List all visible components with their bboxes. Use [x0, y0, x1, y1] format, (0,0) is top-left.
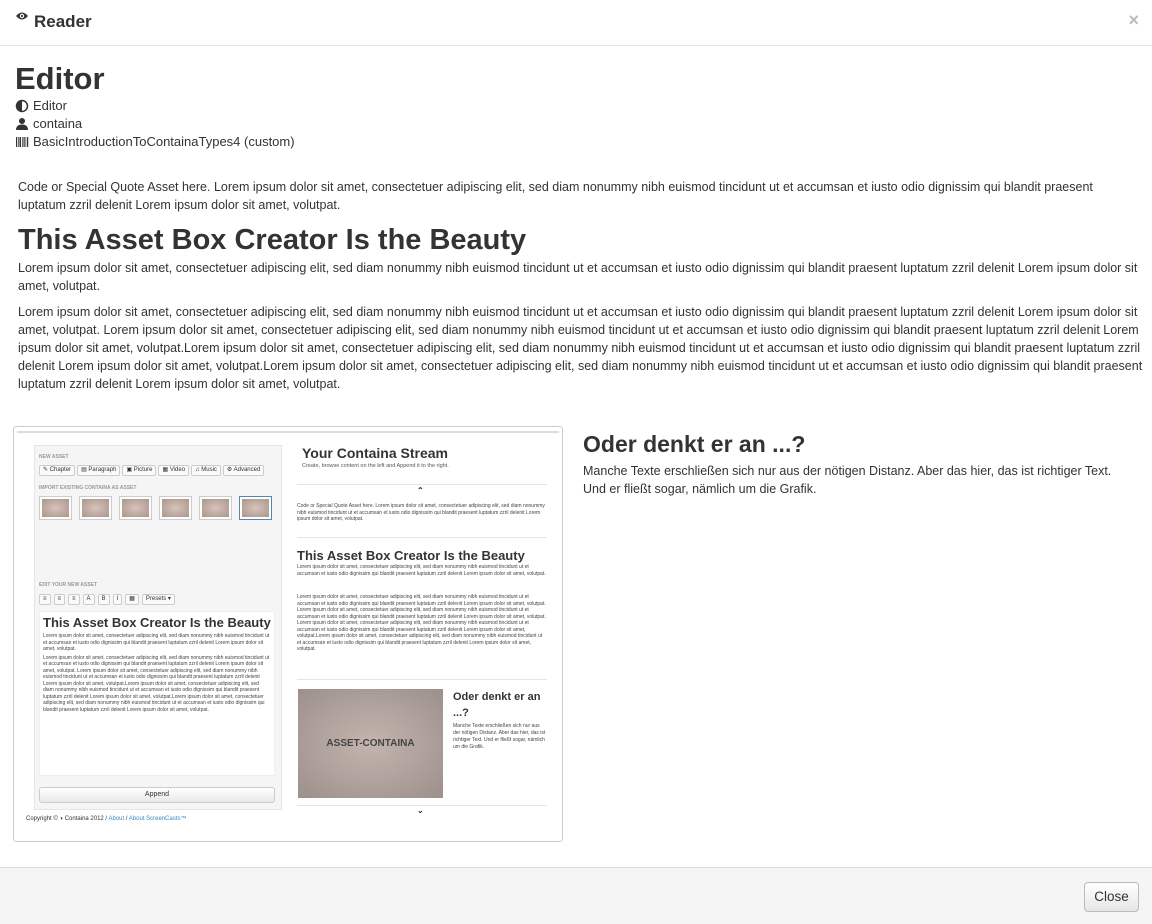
- thumbnail: [199, 496, 232, 520]
- body-paragraph-1: Lorem ipsum dolor sit amet, consectetuer…: [18, 261, 1138, 293]
- meta-user-text: containa: [33, 116, 83, 131]
- music-button: ♫ Music: [191, 465, 221, 476]
- about-link: About: [108, 816, 125, 822]
- screencasts-link: About ScreenCasts™: [128, 816, 187, 822]
- modal-footer: Close: [0, 867, 1152, 924]
- thumbnail: [119, 496, 152, 520]
- copyright-footer: Copyright © ◑ Containa 2012 / About / Ab…: [26, 816, 187, 822]
- meta-type: Editor: [15, 97, 67, 115]
- screenshot-image: NEW ASSET ✎ Chapter ▤ Paragraph ▣ Pictur…: [13, 426, 563, 842]
- eye-icon: [16, 12, 28, 20]
- modal-header: Reader ×: [0, 0, 1152, 46]
- divider: [297, 537, 547, 538]
- thumbnail: [39, 496, 72, 520]
- asset-creator-panel: NEW ASSET ✎ Chapter ▤ Paragraph ▣ Pictur…: [34, 445, 282, 810]
- picture-button: ▣ Picture: [122, 465, 157, 476]
- chapter-button: ✎ Chapter: [39, 465, 76, 476]
- italic-button: I: [112, 594, 123, 605]
- presets-dropdown: Presets ▾: [141, 594, 175, 605]
- close-button[interactable]: Close: [1084, 882, 1139, 912]
- import-label: IMPORT EXISTING CONTAINA AS ASSET: [39, 485, 137, 491]
- import-thumbnails: [39, 496, 272, 520]
- stream-intro: Code or Special Quote Asset here. Lorem …: [297, 503, 545, 522]
- meta-id: BasicIntroductionToContainaTypes4 (custo…: [15, 133, 295, 151]
- editor-heading: This Asset Box Creator Is the Beauty: [43, 615, 271, 630]
- divider: [297, 484, 547, 485]
- bold-button: B: [97, 594, 110, 605]
- thumbnail: [159, 496, 192, 520]
- paragraph-button: ▤ Paragraph: [77, 465, 121, 476]
- meta-user: containa: [15, 115, 82, 133]
- append-button: Append: [39, 787, 275, 803]
- stream-paragraph-1: Lorem ipsum dolor sit amet, consectetuer…: [297, 564, 546, 577]
- meta-type-text: Editor: [33, 98, 67, 113]
- edit-label: EDIT YOUR NEW ASSET: [39, 582, 98, 588]
- user-icon: [16, 118, 28, 130]
- chevron-up-icon: ⌃: [417, 486, 424, 495]
- close-icon[interactable]: ×: [1128, 10, 1139, 30]
- advanced-button: ⚙ Advanced: [222, 465, 265, 476]
- meta-id-text: BasicIntroductionToContainaTypes4 (custo…: [33, 134, 295, 149]
- stream-title: Your Containa Stream: [302, 445, 448, 461]
- divider: [297, 679, 547, 680]
- editor-paragraph-2: Lorem ipsum dolor sit amet, consectetuer…: [43, 654, 270, 713]
- side-paragraph: Manche Texte erschließen sich nur aus de…: [583, 464, 1112, 496]
- stream-paragraph-2: Lorem ipsum dolor sit amet, consectetuer…: [297, 594, 546, 652]
- stream-side-heading: Oder denkt er an ...?: [453, 691, 541, 719]
- section-heading: This Asset Box Creator Is the Beauty: [18, 224, 527, 256]
- thumbnail-selected: [239, 496, 272, 520]
- divider: [17, 431, 559, 433]
- stream-heading: This Asset Box Creator Is the Beauty: [297, 548, 525, 563]
- modal-body: Editor Editor containa BasicIntroduction…: [0, 46, 1152, 867]
- asset-title: Editor: [15, 61, 105, 96]
- body-paragraph-2: Lorem ipsum dolor sit amet, consectetuer…: [18, 305, 1143, 391]
- align-left-button: ≡: [39, 594, 51, 605]
- new-asset-label: NEW ASSET: [39, 454, 69, 460]
- barcode-icon: [16, 137, 29, 147]
- editor-toolbar: ≡ ≡ ≡ A B I ▦ Presets ▾: [39, 594, 175, 605]
- stream-panel: Your Containa Stream Create, browse cont…: [297, 445, 549, 820]
- thumbnail: [79, 496, 112, 520]
- align-right-button: ≡: [68, 594, 80, 605]
- align-center-button: ≡: [53, 594, 66, 605]
- chevron-down-icon: ⌄: [417, 806, 424, 815]
- grid-button: ▦: [125, 594, 139, 605]
- video-button: ▦ Video: [158, 465, 190, 476]
- side-heading: Oder denkt er an ...?: [583, 431, 806, 457]
- intro-paragraph: Code or Special Quote Asset here. Lorem …: [18, 180, 1093, 212]
- stream-subtitle: Create, browse content on the left and A…: [302, 463, 449, 469]
- asset-placeholder-image: ASSET-CONTAINA: [298, 689, 443, 798]
- asset-type-buttons: ✎ Chapter ▤ Paragraph ▣ Picture ▦ Video …: [39, 465, 265, 476]
- editor-paragraph-1: Lorem ipsum dolor sit amet, consectetuer…: [43, 633, 270, 652]
- modal-title: Reader: [34, 12, 92, 31]
- editor-area: This Asset Box Creator Is the Beauty Lor…: [39, 611, 275, 776]
- stream-side-text: Manche Texte erschließen sich nur aus de…: [453, 723, 546, 750]
- contrast-icon: [15, 99, 29, 113]
- font-button: A: [82, 594, 95, 605]
